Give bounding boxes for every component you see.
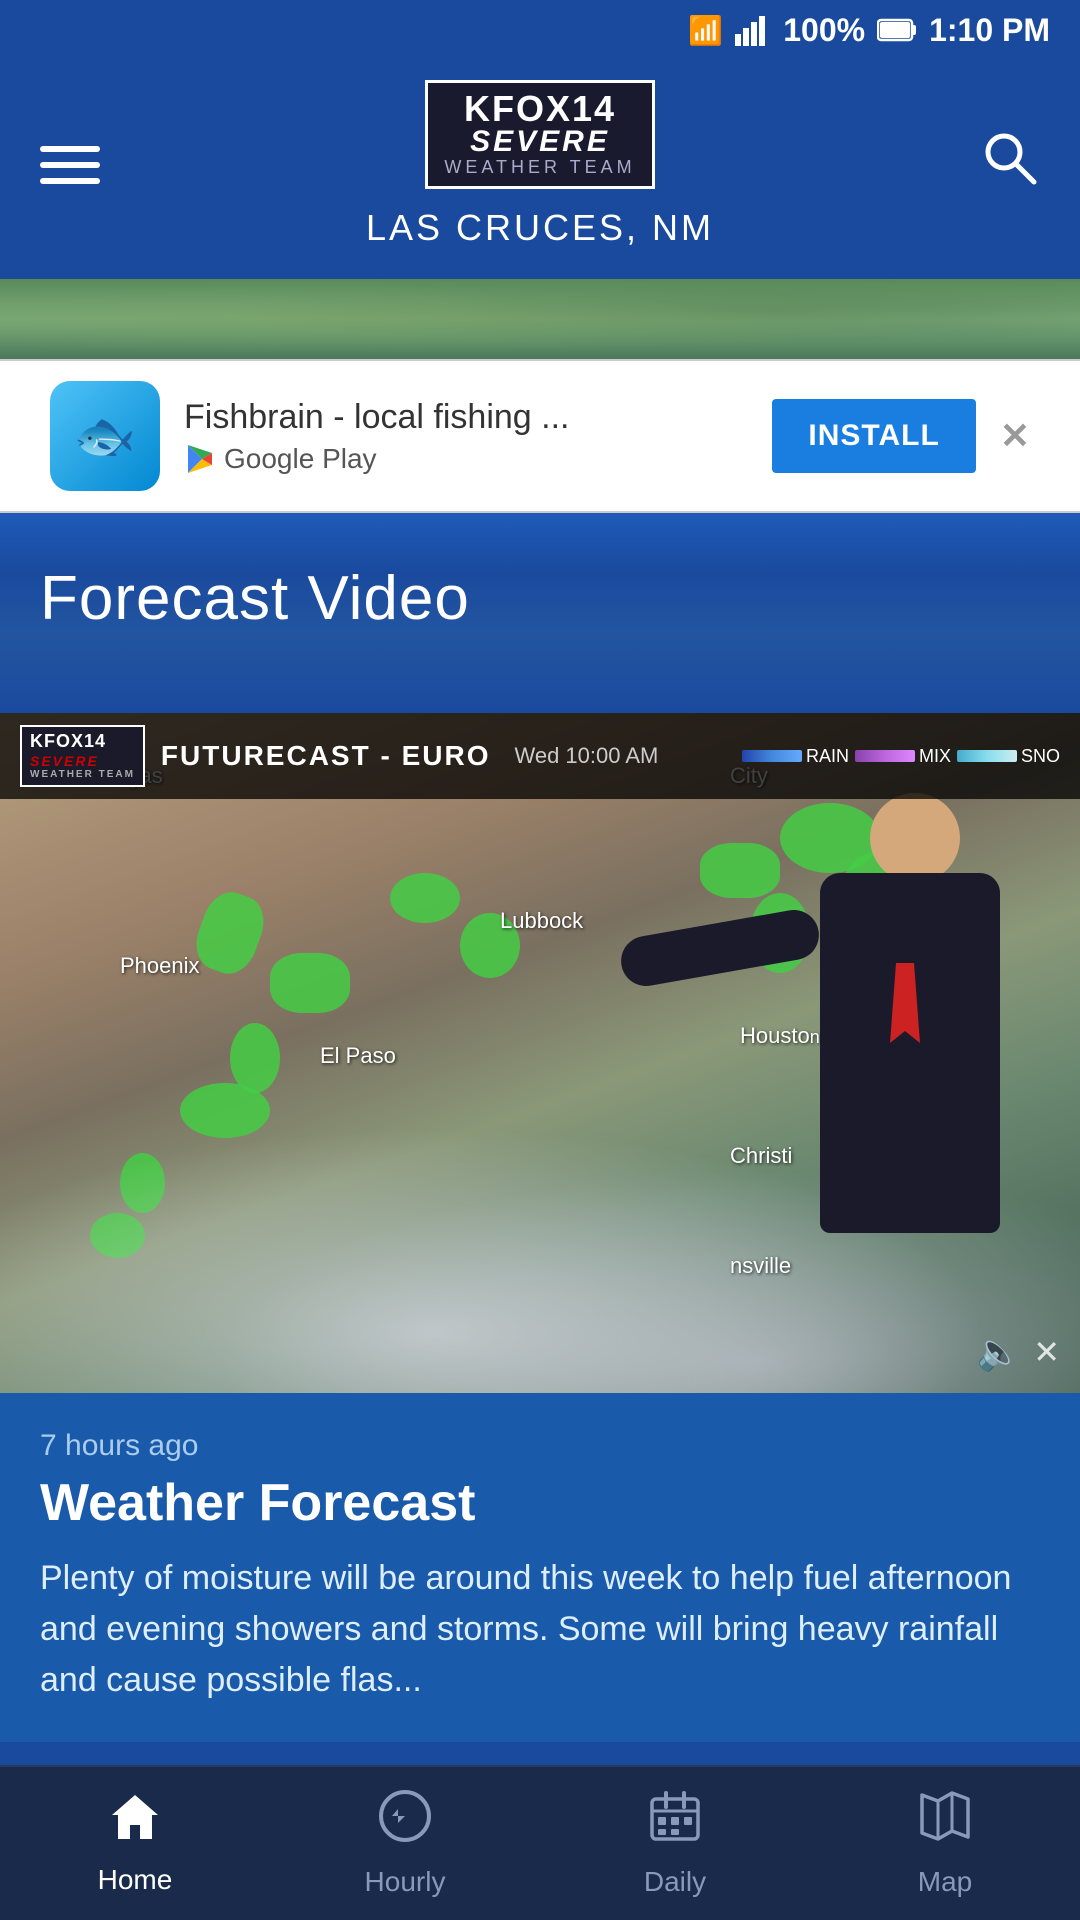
search-button[interactable] <box>980 128 1040 201</box>
legend-snow: SNO <box>957 746 1060 767</box>
legend-rain-bar <box>742 750 802 762</box>
news-info: 7 hours ago Weather Forecast Plenty of m… <box>0 1393 1080 1742</box>
radar-blob <box>270 953 350 1013</box>
video-logo: KFOX14 SEVERE WEATHER TEAM <box>20 725 145 787</box>
nav-map[interactable]: Map <box>810 1767 1080 1920</box>
city-label-elpaso: El Paso <box>320 1043 396 1069</box>
status-bar: 📶 100% 1:10 PM <box>0 0 1080 60</box>
city-label-lubbock: Lubbock <box>500 908 583 934</box>
menu-button[interactable] <box>40 146 100 184</box>
google-play-icon <box>184 443 216 475</box>
logo-area: KFOX14 SEVERE WEATHER TEAM LAS CRUCES, N… <box>366 80 714 249</box>
ad-text: Fishbrain - local fishing ... Google Pla… <box>184 398 748 475</box>
legend-snow-bar <box>957 750 1017 762</box>
wifi-icon: 📶 <box>688 14 723 47</box>
news-headline: Weather Forecast <box>40 1473 1040 1533</box>
battery-text: 100% <box>783 12 865 49</box>
install-button[interactable]: INSTALL <box>772 399 975 473</box>
logo-kfox: KFOX14 <box>444 91 635 127</box>
time-text: 1:10 PM <box>929 12 1050 49</box>
logo-severe: SEVERE <box>444 127 635 157</box>
legend-mix: MIX <box>855 746 951 767</box>
nav-daily[interactable]: Daily <box>540 1767 810 1920</box>
battery-icon <box>877 16 917 44</box>
header: KFOX14 SEVERE WEATHER TEAM LAS CRUCES, N… <box>0 60 1080 279</box>
weatherman-suit <box>820 873 1000 1233</box>
bottom-nav: Home Hourly Daily <box>0 1765 1080 1920</box>
logo-weather: WEATHER TEAM <box>444 157 635 178</box>
hourly-icon <box>378 1789 432 1856</box>
legend-rain-label: RAIN <box>806 746 849 767</box>
map-strip <box>0 279 1080 359</box>
close-video-button[interactable]: ✕ <box>1033 1333 1060 1371</box>
nav-daily-label: Daily <box>644 1866 706 1898</box>
news-timestamp: 7 hours ago <box>40 1429 1040 1463</box>
nav-home-label: Home <box>98 1864 173 1896</box>
city-label-phoenix: Phoenix <box>120 953 200 979</box>
news-body: Plenty of moisture will be around this w… <box>40 1553 1040 1706</box>
home-icon <box>108 1791 162 1854</box>
map-icon <box>918 1789 972 1856</box>
legend-snow-label: SNO <box>1021 746 1060 767</box>
video-container[interactable]: Las Vegas Phoenix El Paso Lubbock City H… <box>0 713 1080 1393</box>
video-legend: RAIN MIX SNO <box>742 746 1060 767</box>
location-text: LAS CRUCES, NM <box>366 207 714 249</box>
ad-close-button[interactable]: ✕ <box>1000 415 1030 457</box>
radar-blob <box>230 1023 280 1093</box>
ad-banner: 🐟 Fishbrain - local fishing ... Google P… <box>0 359 1080 513</box>
legend-rain: RAIN <box>742 746 849 767</box>
ad-icon: 🐟 <box>50 381 160 491</box>
video-title-bar: KFOX14 SEVERE WEATHER TEAM FUTURECAST - … <box>0 713 1080 799</box>
ad-title: Fishbrain - local fishing ... <box>184 398 748 437</box>
weatherman-head <box>870 793 960 883</box>
weatherman <box>740 793 1020 1313</box>
nav-home[interactable]: Home <box>0 1767 270 1920</box>
signal-icon <box>735 14 771 46</box>
legend-mix-bar <box>855 750 915 762</box>
video-date: Wed 10:00 AM <box>514 743 658 769</box>
daily-icon <box>648 1789 702 1856</box>
nav-hourly-label: Hourly <box>365 1866 446 1898</box>
weatherman-tie <box>890 963 920 1043</box>
forecast-section: Forecast Video <box>0 513 1080 713</box>
google-play-label: Google Play <box>224 443 377 475</box>
ad-subtitle: Google Play <box>184 443 748 475</box>
nav-map-label: Map <box>918 1866 972 1898</box>
radar-blob <box>390 873 460 923</box>
logo-box: KFOX14 SEVERE WEATHER TEAM <box>425 80 654 189</box>
video-controls: 🔈 ✕ <box>976 1331 1060 1373</box>
forecast-section-title: Forecast Video <box>40 563 1040 634</box>
video-frame: Las Vegas Phoenix El Paso Lubbock City H… <box>0 713 1080 1393</box>
mute-button[interactable]: 🔈 <box>976 1331 1021 1373</box>
video-title: FUTURECAST - EURO <box>161 740 491 772</box>
nav-hourly[interactable]: Hourly <box>270 1767 540 1920</box>
status-icons: 📶 100% 1:10 PM <box>688 12 1050 49</box>
legend-mix-label: MIX <box>919 746 951 767</box>
